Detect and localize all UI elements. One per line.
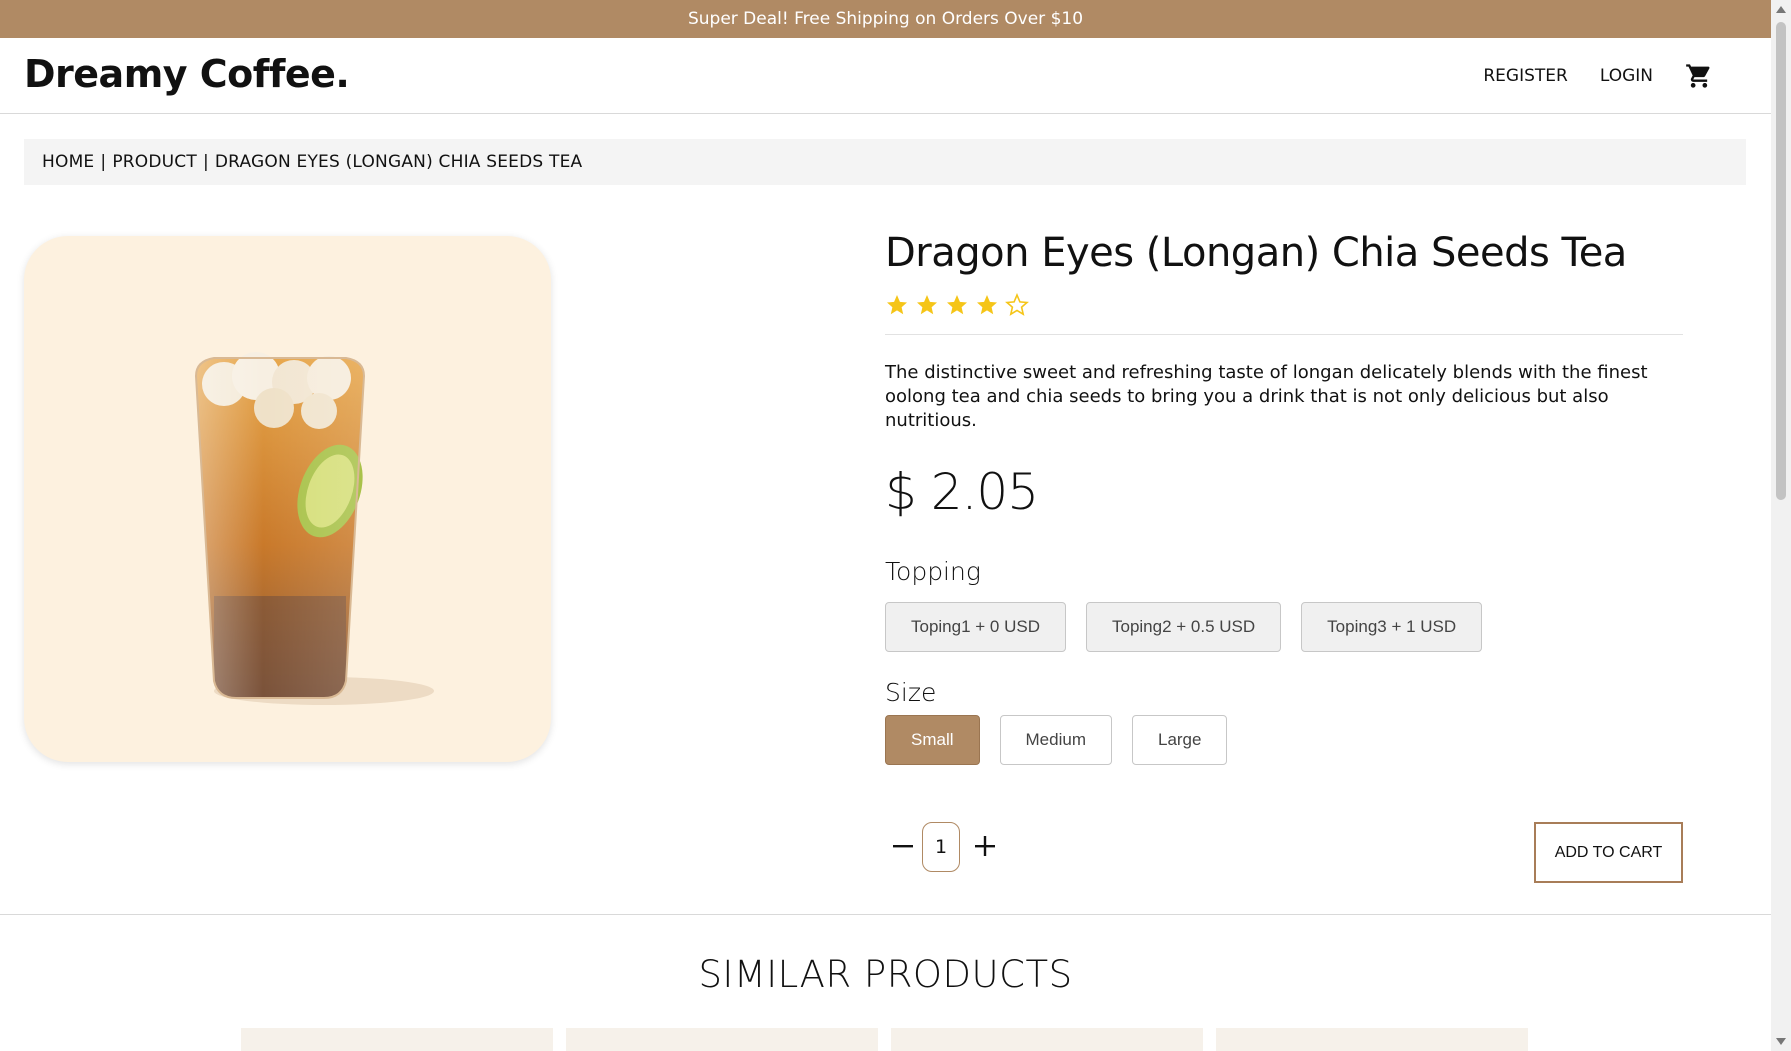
login-link[interactable]: LOGIN [1600,66,1653,86]
size-small-button[interactable]: Small [885,715,980,765]
star-empty-icon [1005,293,1029,316]
size-label: Size [885,678,937,707]
minus-icon[interactable] [889,832,917,860]
quantity-input[interactable] [922,822,960,872]
topping-label: Topping [885,557,981,586]
topping-option-1[interactable]: Toping1 + 0 USD [885,602,1066,652]
star-filled-icon [917,295,937,315]
quantity-row: ADD TO CART [885,822,1683,883]
product-image [24,236,551,762]
breadcrumb-product[interactable]: PRODUCT [112,152,197,172]
star-filled-icon [947,295,967,315]
iced-tea-glass-image [194,352,434,705]
breadcrumb: HOME | PRODUCT | DRAGON EYES (LONGAN) CH… [24,139,1746,185]
breadcrumb-separator: | [202,152,209,172]
site-header: Dreamy Coffee. REGISTER LOGIN [0,38,1771,114]
similar-product-card[interactable] [566,1028,878,1051]
similar-products-title: SIMILAR PRODUCTS [698,953,1073,996]
topping-option-2[interactable]: Toping2 + 0.5 USD [1086,602,1282,652]
size-medium-button[interactable]: Medium [999,715,1112,765]
breadcrumb-current: DRAGON EYES (LONGAN) CHIA SEEDS TEA [214,152,583,172]
product-detail: Dragon Eyes (Longan) Chia Seeds Tea The … [885,230,1683,765]
star-filled-icon [887,295,907,315]
shopping-cart-icon[interactable] [1685,62,1713,90]
product-price: $ 2.05 [885,463,1039,521]
divider [885,334,1683,335]
product-description: The distinctive sweet and refreshing tas… [885,362,1648,431]
size-options: Small Medium Large [885,715,1683,765]
promo-text: Super Deal! Free Shipping on Orders Over… [687,9,1084,29]
add-to-cart-button[interactable]: ADD TO CART [1534,822,1683,883]
similar-product-card[interactable] [241,1028,553,1051]
topping-option-3[interactable]: Toping3 + 1 USD [1301,602,1483,652]
breadcrumb-separator: | [100,152,107,172]
brand-logo[interactable]: Dreamy Coffee. [24,52,350,96]
similar-product-card[interactable] [1216,1028,1528,1051]
product-title: Dragon Eyes (Longan) Chia Seeds Tea [885,230,1627,276]
size-large-button[interactable]: Large [1131,715,1228,765]
vertical-scrollbar[interactable] [1771,0,1791,1051]
star-filled-icon [977,295,997,315]
register-link[interactable]: REGISTER [1483,66,1567,86]
plus-icon[interactable] [971,832,999,860]
header-nav: REGISTER LOGIN [1451,38,1713,114]
star-rating [885,290,1683,320]
similar-products-list [241,1028,1528,1051]
section-divider [0,914,1771,915]
similar-product-card[interactable] [891,1028,1203,1051]
promo-banner: Super Deal! Free Shipping on Orders Over… [0,0,1771,38]
breadcrumb-home[interactable]: HOME [42,152,94,172]
topping-options: Toping1 + 0 USD Toping2 + 0.5 USD Toping… [885,602,1683,652]
scrollbar-thumb[interactable] [1776,22,1786,500]
scroll-up-arrow-icon[interactable] [1776,6,1786,13]
scroll-down-arrow-icon[interactable] [1776,1038,1786,1045]
